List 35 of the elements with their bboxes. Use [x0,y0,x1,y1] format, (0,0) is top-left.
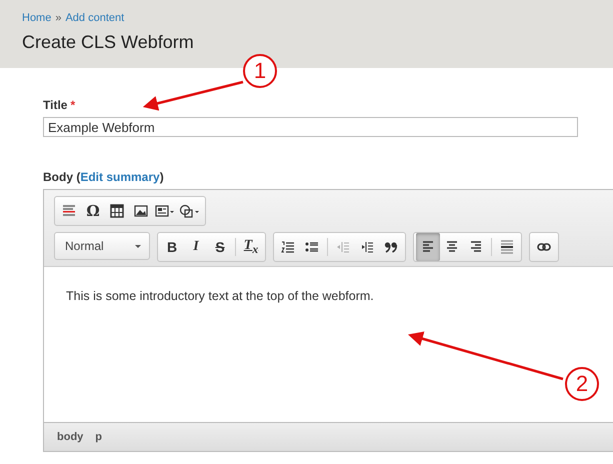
edit-summary-link[interactable]: Edit summary [80,170,160,184]
horizontal-line-icon [62,204,76,218]
strikethrough-button[interactable]: S [208,234,232,260]
editor-text[interactable]: This is some introductory text at the top of the webform. [66,289,374,303]
path-item[interactable]: body [57,431,84,443]
justify-icon [500,240,514,254]
align-left-icon [421,240,435,254]
template-icon [155,204,175,218]
paren: ( [76,170,80,184]
path-item[interactable]: p [95,431,102,443]
table-icon [110,204,124,218]
align-right-icon [469,240,483,254]
breadcrumb-separator: » [55,12,62,24]
title-input[interactable]: Example Webform [43,117,578,137]
required-mark: * [70,98,76,112]
field-label: Body [43,170,74,184]
remove-format-button[interactable]: T$_{x}$ [239,234,263,260]
toolbar-button[interactable] [416,233,440,261]
format-dropdown[interactable]: Normal [54,232,150,260]
numbered-list-icon [281,240,295,254]
field-label: Title [43,98,68,112]
paren: ) [160,170,164,184]
quote-icon [384,240,398,254]
shapes-icon [179,204,201,218]
italic-button[interactable]: I [184,234,208,260]
page-title: Create CLS Webform [22,32,195,53]
bullet-list-icon [305,240,319,254]
image-icon [134,204,148,218]
symbol-button[interactable]: Ω [81,198,105,224]
indent-icon [360,240,374,254]
align-center-icon [445,240,459,254]
outdent-icon [336,240,350,254]
annotation-marker: 1 [243,54,277,88]
link-icon [537,240,551,254]
bold-button[interactable]: B [160,234,184,260]
